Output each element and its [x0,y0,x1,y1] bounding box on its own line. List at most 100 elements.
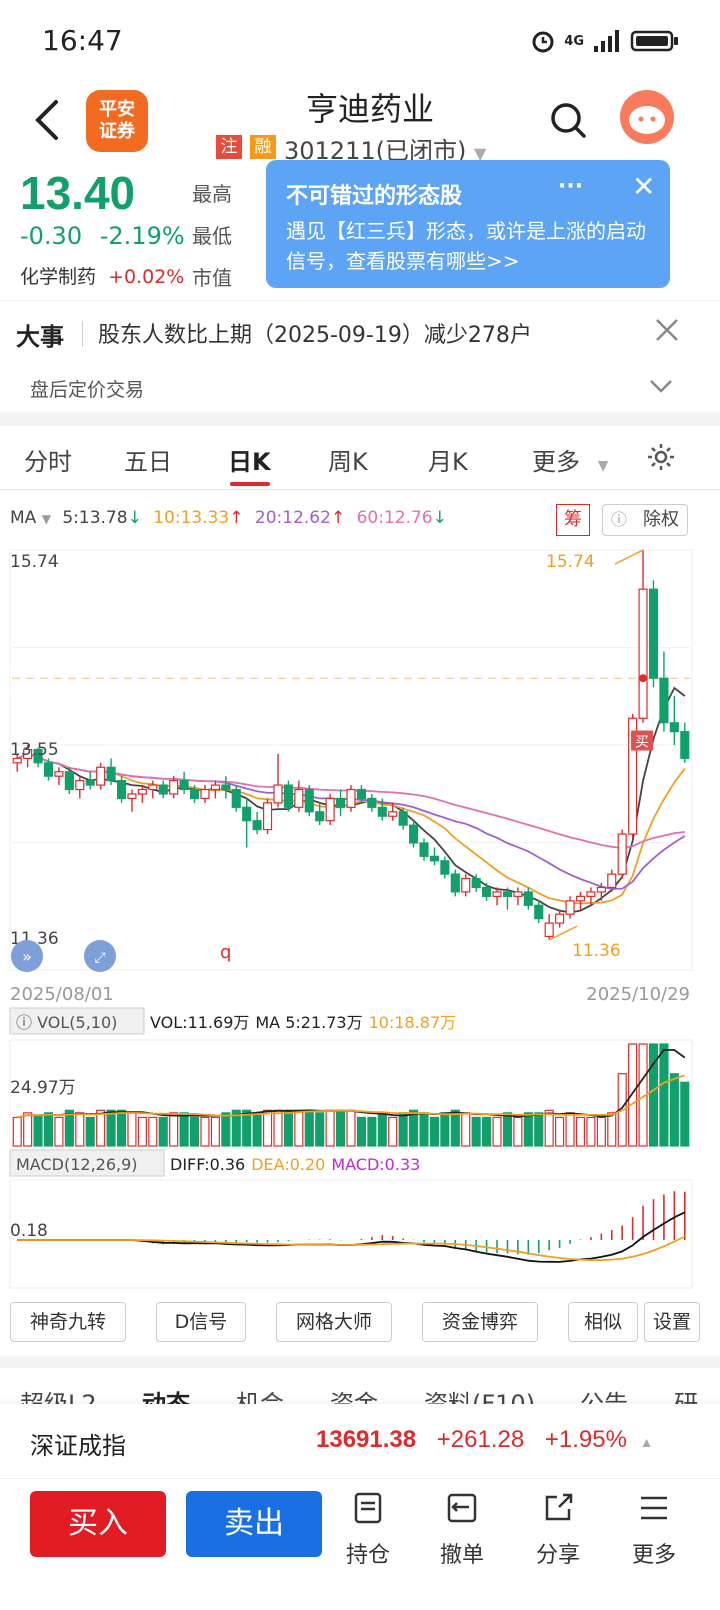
volume-bar [356,1116,366,1147]
tab-more[interactable]: 更多 ▼ [532,442,608,477]
volume-bar [221,1112,231,1147]
candle-body [440,860,450,875]
candle-body [127,793,137,800]
gear-icon[interactable] [646,442,676,472]
chevron-down-icon[interactable] [648,377,674,395]
candle-body [169,780,179,795]
chip-distribution-button[interactable]: 筹 [556,504,590,536]
arrow-down-icon: ↓ [432,508,447,528]
avatar-icon[interactable] [620,90,674,144]
tool-capital-game[interactable]: 资金博弈 [422,1302,538,1342]
volume-bar [85,1116,95,1147]
more-label: 更多 [631,1543,676,1568]
tab-monthly-k[interactable]: 月K [428,442,468,477]
tool-d-signal[interactable]: D信号 [156,1302,246,1342]
date-end: 2025/10/29 [586,984,690,1005]
search-icon[interactable] [548,100,588,140]
volume-bar [294,1109,304,1147]
cancel-order-label: 撤单 [439,1543,484,1568]
event-row[interactable]: 大事 股东人数比上期（2025-09-19）减少278户 盘后定价交易 [0,300,720,414]
volume-bar [429,1116,440,1147]
tool-grid-master[interactable]: 网格大师 [276,1302,392,1342]
tool-nine-turns[interactable]: 神奇九转 [10,1302,126,1342]
vol-y-label: 24.97万 [10,1078,76,1098]
index-ticker-bar[interactable]: 深证成指 13691.38 +261.28 +1.95% ▲ [0,1404,720,1476]
candle-body [179,780,189,791]
tool-settings[interactable]: 设置 [644,1302,700,1342]
candle-body [210,784,220,791]
candle-body [200,788,210,800]
volume-bar [127,1112,137,1147]
volume-bar [596,1116,606,1147]
broker-logo[interactable]: 平安 证券 [86,90,148,152]
macd-y-label: 0.18 [10,1221,48,1241]
volume-bar [492,1116,502,1147]
tab-more-label: 更多 [532,448,580,476]
back-icon[interactable] [28,98,68,142]
volume-bar [116,1109,127,1147]
tab-weekly-k[interactable]: 周K [328,442,368,477]
volume-bar [23,1112,33,1147]
sell-button[interactable]: 卖出 [186,1491,322,1557]
info-icon: ⓘ [611,510,628,529]
share-button[interactable]: 分享 [526,1491,590,1569]
candle-body [482,886,492,897]
candle-body [137,788,147,795]
volume-bar [189,1116,200,1147]
tab-intraday[interactable]: 分时 [24,442,72,477]
tab-five-day[interactable]: 五日 [124,442,172,477]
volume-bar [628,1043,638,1147]
tool-similar[interactable]: 相似 [568,1302,638,1342]
candle-body [231,788,241,808]
close-icon[interactable]: ✕ [632,170,655,203]
candle-body [513,891,523,897]
candle-body [283,784,293,808]
candle-body [450,873,460,893]
share-label: 分享 [535,1543,580,1568]
popup-text[interactable]: 遇见【红三兵】形态，或许是上涨的启动信号，查看股票有哪些>> [286,216,656,276]
ex-rights-button[interactable]: ⓘ 除权 [602,504,688,536]
candle-body [523,891,533,906]
share-icon [545,1493,573,1521]
cancel-order-button[interactable]: 撤单 [430,1491,494,1569]
menu-icon [641,1496,667,1520]
industry-info[interactable]: 化学制药 +0.02% [20,262,184,289]
volume-bar [367,1116,377,1147]
volume-bar [315,1112,325,1147]
candle-body [680,731,690,759]
price-change: -0.30 -2.19% [20,222,185,250]
volume-bar [607,1112,617,1147]
section-separator [0,1356,720,1368]
candle-body [336,797,346,808]
vol-text: VOL:11.69万 [150,1013,249,1032]
vol-values: VOL:11.69万 MA 5:21.73万 10:18.87万 [150,1013,456,1032]
index-name: 深证成指 [30,1432,126,1460]
label-low: 最低 [192,224,232,248]
battery-icon [630,30,678,52]
volume-bar [252,1112,262,1147]
volume-bar [325,1109,335,1147]
kline-chart[interactable]: 买 15.74 13.55 11.36 2025/08/01 2025/10/2… [0,540,720,1300]
holdings-icon [354,1492,382,1524]
more-icon[interactable]: ··· [558,174,583,199]
candle-body [409,824,419,844]
candle-body [471,877,481,889]
holdings-button[interactable]: 持仓 [336,1491,400,1569]
candle-body [242,806,252,822]
candle-body [367,797,377,808]
volume-bar [565,1112,575,1147]
macd-panel [9,1179,693,1289]
close-icon[interactable] [654,317,680,343]
industry-name: 化学制药 [20,266,97,288]
pattern-promo-popup[interactable]: 不可错过的形态股 ··· ✕ 遇见【红三兵】形态，或许是上涨的启动信号，查看股票… [266,160,670,288]
arrow-up-icon: ↑ [330,508,346,528]
ma-legend[interactable]: MA ▼ 5:13.78↓ 10:13.33↑ 20:12.62↑ 60:12.… [10,508,447,528]
volume-bar [43,1112,54,1147]
buy-button[interactable]: 买入 [30,1491,166,1557]
chart-border [9,549,693,971]
more-button[interactable]: 更多 [622,1491,686,1569]
volume-bar [148,1116,158,1147]
candle-body [555,913,565,924]
tab-daily-k[interactable]: 日K [228,442,271,477]
status-icons: 4G [530,28,680,54]
